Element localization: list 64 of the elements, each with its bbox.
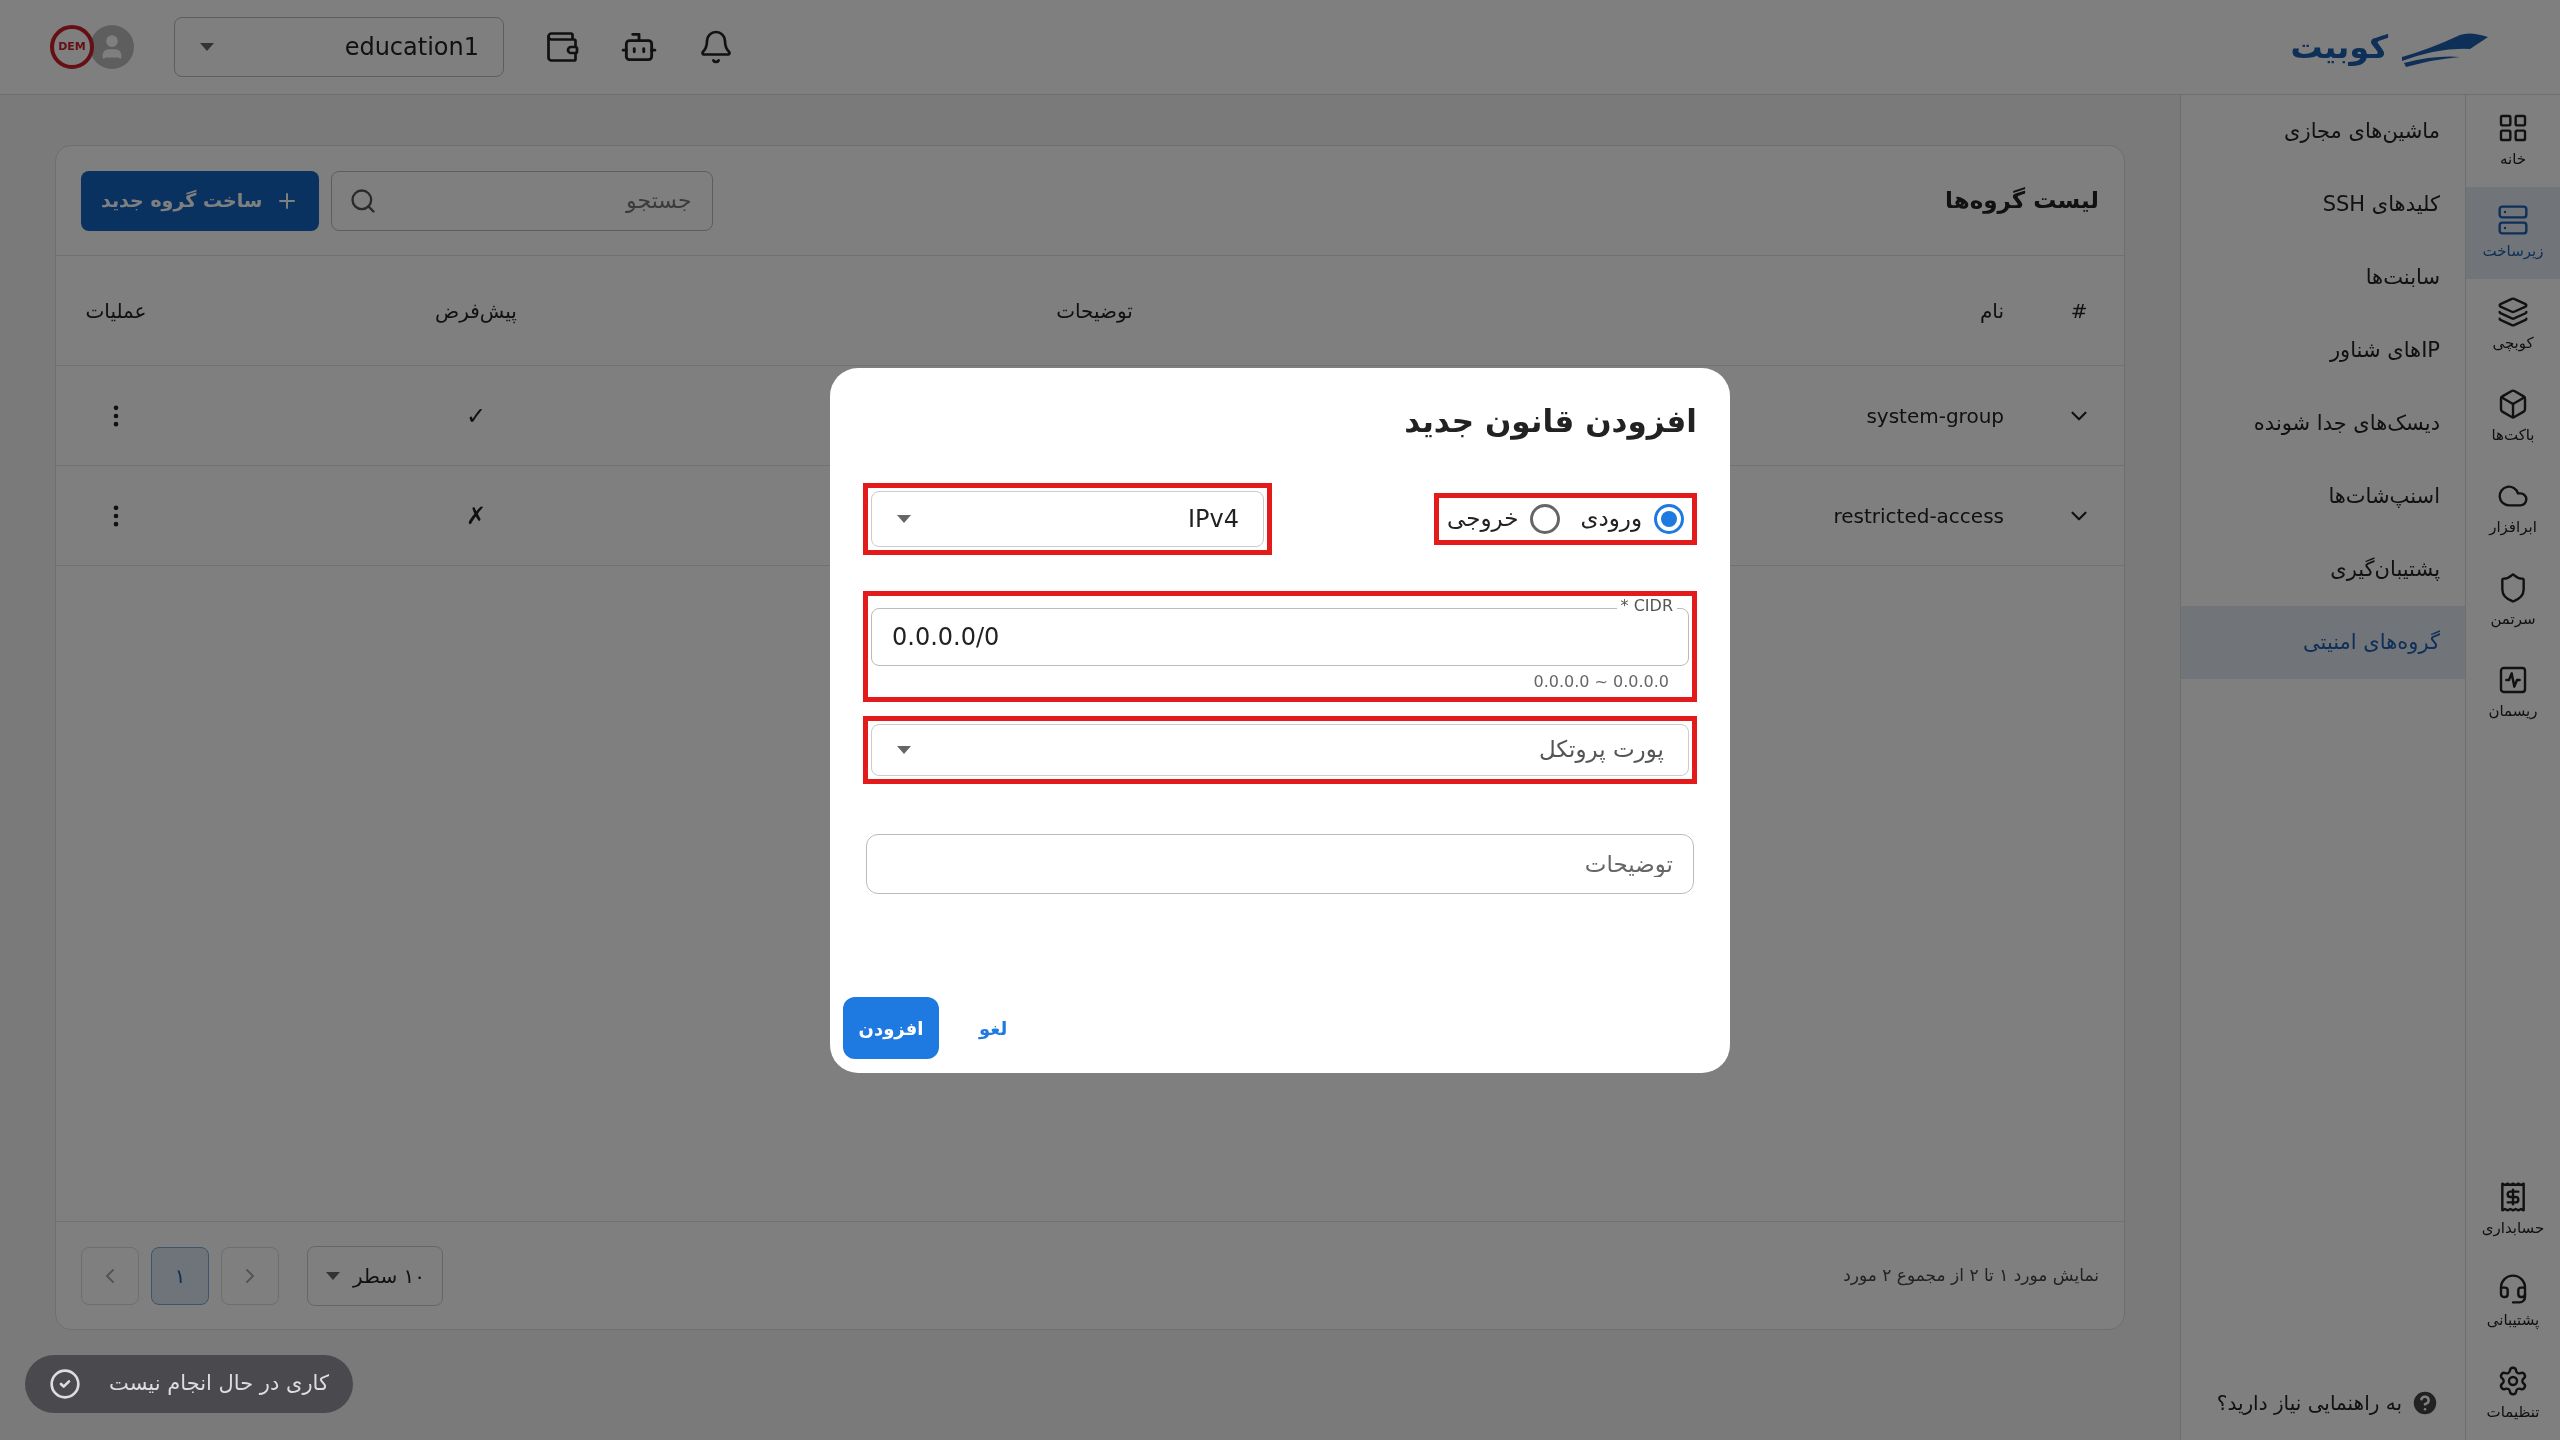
headset-icon bbox=[2497, 1272, 2529, 1305]
sidebar-item[interactable]: سابنت‌ها bbox=[2181, 241, 2465, 314]
column-header: # bbox=[2070, 297, 2088, 325]
sidebar-item[interactable]: IPهای شناور bbox=[2181, 314, 2465, 387]
table-cell-text: ✓ bbox=[465, 400, 487, 432]
column-header: نام bbox=[1979, 297, 2005, 325]
table-cell-text: system-group bbox=[1866, 402, 2005, 430]
helper-text: 0.0.0.0 ~ 0.0.0.0 bbox=[1533, 671, 1669, 691]
pagination-summary: نمایش مورد ۱ تا ۲ از مجموع ۲ مورد bbox=[1843, 1263, 2099, 1288]
column-header: توضیحات bbox=[1056, 297, 1133, 325]
column-header: عملیات bbox=[85, 297, 147, 325]
description-field[interactable]: توضیحات bbox=[866, 833, 1694, 894]
sidebar-item[interactable]: پشتیبان‌گیری bbox=[2181, 533, 2465, 606]
cube-icon bbox=[2497, 387, 2529, 420]
rail-item[interactable]: زیرساخت bbox=[2466, 187, 2560, 279]
create-group-button[interactable]: ساخت گروه جدید bbox=[81, 170, 319, 231]
sidebar-item[interactable]: ماشین‌های مجازی bbox=[2181, 95, 2465, 168]
table-cell-text: ✗ bbox=[465, 500, 487, 532]
check-circle-icon bbox=[49, 1368, 81, 1400]
settings-icon bbox=[2497, 1364, 2529, 1397]
rail-item[interactable]: خانه bbox=[2466, 95, 2560, 187]
user-avatar[interactable] bbox=[90, 25, 134, 69]
column-header: پیش‌فرض bbox=[435, 297, 517, 326]
search-icon bbox=[348, 186, 377, 215]
caret-icon bbox=[199, 42, 215, 52]
rail-item[interactable]: باکت‌ها bbox=[2466, 371, 2560, 463]
workspace-dropdown[interactable]: education1 bbox=[174, 17, 504, 77]
radio-label: خروجی bbox=[1447, 504, 1519, 534]
notification-bell-icon[interactable] bbox=[698, 29, 734, 65]
table-cell-text: restricted-access bbox=[1833, 502, 2005, 530]
wallet-icon[interactable] bbox=[544, 29, 580, 65]
help-icon bbox=[2410, 1388, 2440, 1418]
rail-item[interactable]: پشتیبانی bbox=[2466, 1256, 2560, 1348]
logo-text: کوبیت bbox=[2290, 27, 2388, 68]
page-title: لیست گروه‌ها bbox=[1945, 186, 2099, 216]
port-protocol-select[interactable]: پورت پروتکل bbox=[871, 723, 1689, 776]
sidebar-item[interactable]: کلیدهای SSH bbox=[2181, 168, 2465, 241]
caret-icon bbox=[896, 744, 912, 755]
sidebar-item[interactable]: دیسک‌های جدا شونده bbox=[2181, 387, 2465, 460]
radio-button[interactable] bbox=[1530, 503, 1561, 534]
layers-icon bbox=[2497, 295, 2529, 328]
caret-icon bbox=[325, 1270, 341, 1281]
ip-version-select[interactable]: IPv4 bbox=[871, 490, 1264, 547]
rail-item[interactable]: سرتمن bbox=[2466, 555, 2560, 647]
help-link[interactable]: به راهنمایی نیاز دارید؟ bbox=[2216, 1388, 2402, 1418]
caret-icon bbox=[896, 513, 912, 524]
sidebar-item[interactable]: اسنپ‌شات‌ها bbox=[2181, 460, 2465, 533]
page-size-dropdown[interactable]: ۱۰ سطر bbox=[307, 1245, 443, 1306]
sidebar-item[interactable]: گروه‌های امنیتی bbox=[2181, 606, 2465, 679]
dialog-title: افزودن قانون جدید bbox=[1403, 402, 1697, 442]
demo-stamp: DEM bbox=[50, 25, 94, 69]
status-toast: کاری در حال انجام نیست bbox=[25, 1355, 353, 1413]
cancel-link[interactable]: لغو bbox=[979, 1014, 1008, 1042]
rail-item[interactable]: ریسمان bbox=[2466, 647, 2560, 739]
rail-item[interactable]: حسابداری bbox=[2466, 1164, 2560, 1256]
search-field[interactable]: جستجو bbox=[330, 170, 713, 231]
rail-item[interactable]: ابرافزار bbox=[2466, 463, 2560, 555]
page-button[interactable]: ۱ bbox=[151, 1246, 209, 1305]
radio-button[interactable] bbox=[1654, 503, 1684, 534]
rail-item[interactable]: تنظیمات bbox=[2466, 1348, 2560, 1440]
rail-item[interactable]: کوبچی bbox=[2466, 279, 2560, 371]
server-icon bbox=[2497, 203, 2529, 236]
add-button[interactable]: افزودن bbox=[843, 997, 939, 1059]
radio-label: ورودی bbox=[1580, 504, 1642, 534]
